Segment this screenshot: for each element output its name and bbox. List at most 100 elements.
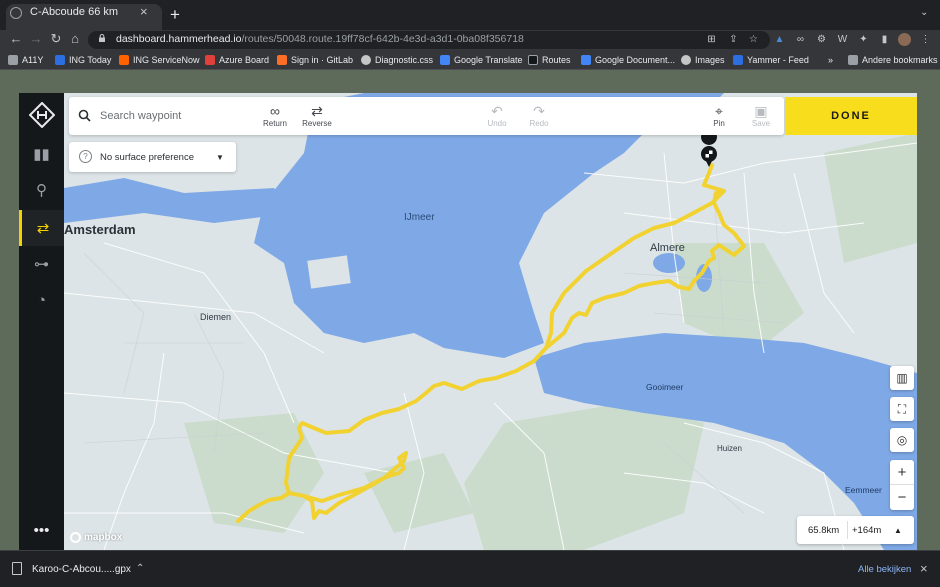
fit-bounds-icon: ⛶: [897, 401, 907, 416]
save-button[interactable]: ▣ Save: [741, 103, 781, 129]
hammerhead-icon: [528, 55, 538, 65]
undo-button[interactable]: ↶ Undo: [477, 103, 517, 129]
fit-route-button[interactable]: ⛶: [890, 397, 914, 421]
search-waypoint-input[interactable]: Search waypoint: [100, 110, 181, 122]
hammerhead-logo-icon[interactable]: [29, 102, 55, 128]
translate-icon: [440, 55, 450, 65]
map-label-amsterdam: Amsterdam: [64, 222, 136, 237]
folder-icon: [848, 55, 858, 65]
file-icon: [12, 562, 22, 575]
extension-gear-icon[interactable]: ⚙: [815, 33, 828, 46]
bookmark-item[interactable]: Google Document...: [581, 55, 675, 65]
home-button[interactable]: ⌂: [67, 31, 83, 46]
sidebar-item-routes[interactable]: ⇄: [19, 210, 64, 246]
bookmark-item[interactable]: Images: [681, 55, 725, 65]
map-label-gooimeer: Gooimeer: [646, 382, 684, 392]
map-label-huizen: Huizen: [717, 444, 742, 453]
dumbbell-icon: ⊶: [34, 256, 49, 273]
extension-glasses-icon[interactable]: ∞: [794, 33, 807, 46]
route-stats-panel[interactable]: 65.8km +164m ▲: [797, 516, 914, 544]
show-all-downloads-link[interactable]: Alle bekijken: [858, 564, 911, 575]
help-question-icon[interactable]: ?: [79, 150, 92, 163]
extension-w-icon[interactable]: W: [836, 33, 849, 46]
url-path: /routes/50048.route.19ff78cf-642b-4e3d-a…: [241, 33, 524, 45]
bookmark-item[interactable]: ING ServiceNow: [119, 55, 200, 65]
extension-triangle-icon[interactable]: ▲: [773, 33, 786, 46]
bookmarks-overflow-button[interactable]: »: [828, 55, 833, 65]
redo-button[interactable]: ↷ Redo: [519, 103, 559, 129]
bookmark-item[interactable]: ING Today: [55, 55, 111, 65]
back-button[interactable]: ←: [8, 31, 24, 46]
forward-button[interactable]: →: [28, 31, 44, 46]
share-icon[interactable]: ⇪: [727, 33, 740, 46]
other-bookmarks[interactable]: Andere bookmarks: [848, 55, 938, 65]
sidebar-more-button[interactable]: •••: [19, 512, 64, 548]
sidebar-item-progress[interactable]: ◔: [19, 282, 64, 318]
caret-up-icon: ▲: [894, 526, 902, 535]
pin-button[interactable]: ⌖ Pin: [699, 103, 739, 129]
mapbox-attribution[interactable]: mapbox: [70, 532, 122, 543]
infinity-icon: ∞: [270, 103, 280, 119]
bicycle-icon: ⚲: [36, 182, 47, 199]
bookmark-item[interactable]: Google Translate: [440, 55, 523, 65]
sidebar-item-analytics[interactable]: ▮▮: [19, 136, 64, 172]
swap-arrows-icon: ⇄: [311, 103, 323, 119]
globe-icon: [361, 55, 371, 65]
install-app-icon[interactable]: ⊞: [705, 33, 718, 46]
tab-favicon-icon: [10, 7, 22, 19]
profile-avatar[interactable]: [898, 33, 911, 46]
bookmark-item[interactable]: A11Y: [8, 55, 43, 65]
url-text[interactable]: dashboard.hammerhead.io/routes/50048.rou…: [116, 33, 524, 45]
extensions-puzzle-icon[interactable]: ✦: [857, 33, 870, 46]
redo-icon: ↷: [533, 103, 545, 119]
reload-button[interactable]: ↻: [48, 31, 64, 47]
zoom-out-button[interactable]: −: [890, 485, 914, 510]
sidebar-item-workouts[interactable]: ⊶: [19, 246, 64, 282]
bookmark-star-icon[interactable]: ☆: [747, 33, 760, 46]
map-style-button[interactable]: ▥: [890, 366, 914, 390]
tab-search-chevron-icon[interactable]: ⌄: [920, 7, 928, 18]
bookmark-item[interactable]: Yammer - Feed: [733, 55, 809, 65]
crosshair-icon: ◎: [896, 433, 908, 447]
more-dots-icon: •••: [33, 521, 50, 539]
bookmark-item[interactable]: Diagnostic.css: [361, 55, 433, 65]
url-host: dashboard.hammerhead.io: [116, 33, 242, 45]
return-button[interactable]: ∞ Return: [255, 103, 295, 129]
sidebar-item-activities[interactable]: ⚲: [19, 172, 64, 208]
surface-preference-value: No surface preference: [100, 152, 194, 163]
search-icon: [78, 109, 91, 122]
reverse-button[interactable]: ⇄ Reverse: [297, 103, 337, 129]
close-download-shelf-icon[interactable]: ×: [920, 561, 928, 576]
bookmark-favicon-icon: [205, 55, 215, 65]
yammer-icon: [733, 55, 743, 65]
browser-menu-icon[interactable]: ⋮: [919, 33, 932, 46]
floppy-disk-icon: ▣: [754, 103, 768, 119]
map-label-almere: Almere: [650, 242, 685, 254]
bar-chart-icon: ▮▮: [33, 146, 50, 163]
undo-icon: ↶: [491, 103, 503, 119]
download-options-chevron-icon[interactable]: ⌃: [136, 563, 144, 574]
locate-me-button[interactable]: ◎: [890, 428, 914, 452]
ring-icon: ◔: [36, 291, 47, 309]
globe-icon: [681, 55, 691, 65]
bookmark-favicon-icon: [119, 55, 129, 65]
divider: [847, 521, 848, 539]
map-pin-icon: ⌖: [715, 103, 723, 119]
tab-title: C-Abcoude 66 km: [30, 6, 119, 18]
new-tab-button[interactable]: +: [170, 5, 180, 25]
bookmark-item[interactable]: Sign in · GitLab: [277, 55, 353, 65]
zoom-in-button[interactable]: +: [890, 460, 914, 485]
download-file-name[interactable]: Karoo-C-Abcou.....gpx: [32, 564, 131, 575]
done-button[interactable]: DONE: [785, 97, 917, 135]
folder-icon: [8, 55, 18, 65]
map-label-diemen: Diemen: [200, 312, 232, 322]
route-icon: ⇄: [36, 220, 50, 237]
map-layers-icon: ▥: [896, 371, 908, 385]
google-docs-icon: [581, 55, 591, 65]
caret-down-icon: ▼: [216, 153, 224, 162]
bookmark-item[interactable]: Routes: [528, 55, 571, 65]
mapbox-logo-icon: [70, 532, 81, 543]
tab-close-icon[interactable]: ×: [140, 4, 148, 19]
side-panel-icon[interactable]: ▮: [878, 33, 891, 46]
bookmark-item[interactable]: Azure Board: [205, 55, 269, 65]
